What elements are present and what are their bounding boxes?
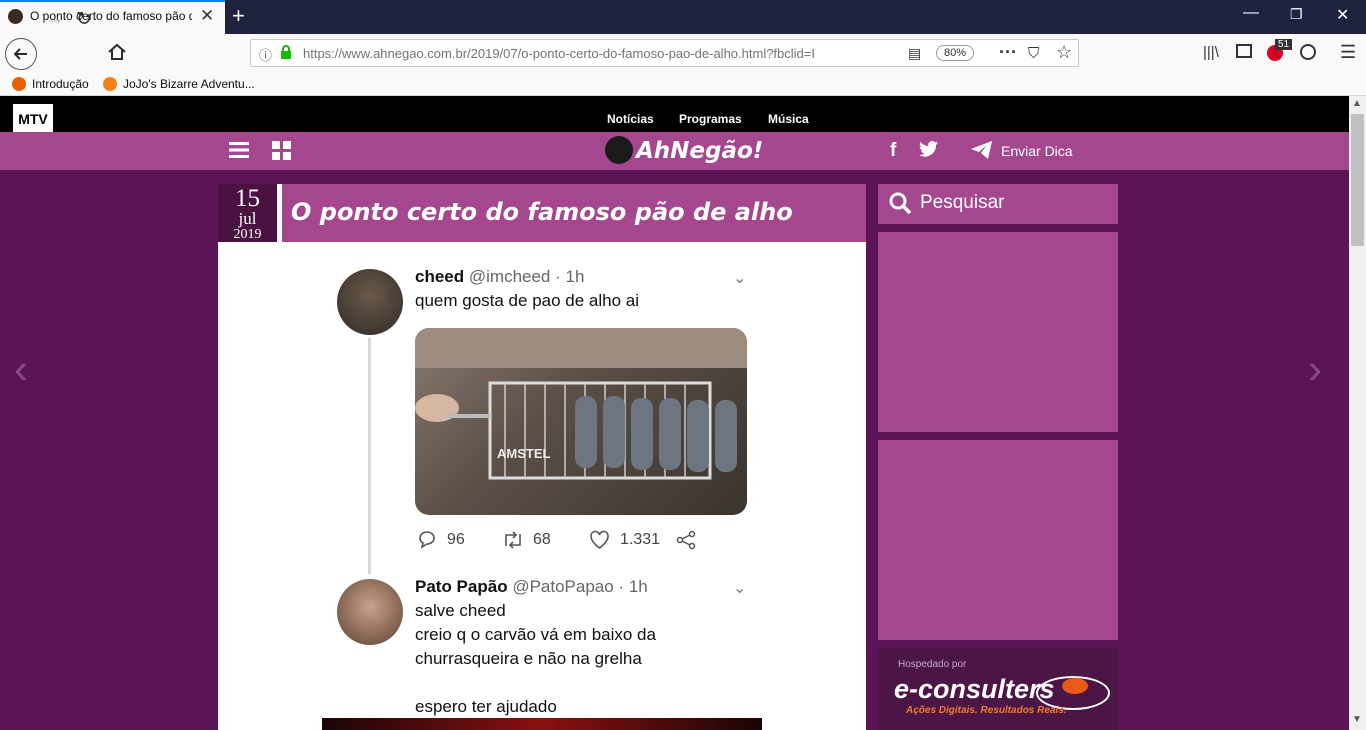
send-icon[interactable]: [971, 141, 992, 164]
retweet-icon[interactable]: [501, 530, 525, 555]
site-logo[interactable]: AhNegão!: [636, 138, 763, 164]
sponsor-name: e-consulters: [894, 674, 1055, 704]
firefox-icon: [12, 77, 26, 91]
next-image-preview: [322, 718, 762, 730]
tweet-text: espero ter ajudado: [415, 697, 557, 716]
tweet-text: churrasqueira e não na grelha: [415, 649, 642, 668]
home-icon[interactable]: [107, 43, 127, 67]
date-day: 15: [235, 185, 260, 212]
ad-slot[interactable]: [878, 440, 1118, 640]
reply-icon[interactable]: [417, 529, 437, 554]
url-text[interactable]: https://www.ahnegao.com.br/2019/07/o-pon…: [303, 46, 869, 61]
like-icon[interactable]: [589, 530, 610, 555]
mtv-top-bar: [0, 96, 1349, 132]
new-tab-button[interactable]: +: [232, 3, 245, 29]
hamburger-menu-icon[interactable]: [229, 141, 249, 164]
tweet-handle: @imcheed · 1h: [468, 267, 585, 286]
hosted-by-label: Hospedado por: [898, 659, 967, 670]
send-tip-link[interactable]: Enviar Dica: [1001, 143, 1073, 159]
facebook-icon[interactable]: f: [890, 140, 896, 162]
scroll-up-icon[interactable]: ▲: [1352, 98, 1362, 109]
date-box: 15 jul 2019: [218, 184, 277, 242]
grid-view-icon[interactable]: [272, 141, 291, 165]
bookmark-introducao[interactable]: Introdução: [32, 77, 89, 91]
retweet-count: 68: [533, 531, 551, 548]
zoom-level[interactable]: 80%: [936, 45, 974, 61]
close-tab-icon[interactable]: ✕: [200, 6, 214, 26]
previous-post-icon[interactable]: ‹: [14, 345, 28, 393]
chevron-down-icon[interactable]: ⌄: [733, 578, 746, 598]
nav-musica[interactable]: Música: [768, 112, 809, 126]
tweet-name: cheed: [415, 267, 465, 286]
date-year: 2019: [233, 227, 262, 242]
tweet-name: Pato Papão: [415, 577, 508, 596]
back-arrow-icon: [13, 48, 27, 60]
sponsor-logo-icon: [1062, 678, 1088, 694]
info-icon[interactable]: ⓘ: [259, 45, 272, 64]
avatar: [337, 579, 403, 645]
tweet-text: creio q o carvão vá em baixo da: [415, 625, 656, 644]
reload-icon[interactable]: ↻: [76, 8, 92, 31]
back-button[interactable]: [5, 38, 37, 70]
scrollbar-thumb[interactable]: [1351, 114, 1364, 246]
tweet-handle: @PatoPapao · 1h: [512, 577, 648, 596]
mtv-logo[interactable]: MTV: [13, 104, 53, 132]
nav-noticias[interactable]: Notícias: [607, 112, 654, 126]
lock-icon[interactable]: [280, 45, 292, 59]
title-divider: [277, 184, 282, 242]
amstel-text: AMSTEL: [497, 446, 551, 461]
grill-image: [415, 328, 747, 480]
logo-mascot-icon: [605, 136, 633, 164]
share-icon[interactable]: [676, 530, 696, 555]
tweet-photo: AMSTEL: [415, 328, 747, 515]
library-icon[interactable]: |||\: [1203, 44, 1219, 61]
reply-count: 96: [447, 531, 465, 548]
tweet-author: cheed @imcheed · 1h: [415, 267, 584, 287]
forward-icon[interactable]: →: [45, 8, 64, 30]
tweet-text: quem gosta de pao de alho ai: [415, 291, 640, 310]
twitter-icon[interactable]: [919, 141, 938, 162]
account-icon[interactable]: [1300, 44, 1316, 60]
menu-icon[interactable]: ☰: [1340, 42, 1356, 63]
ad-slot[interactable]: [878, 232, 1118, 432]
bookmark-star-icon[interactable]: ☆: [1056, 42, 1072, 63]
chevron-down-icon[interactable]: ⌄: [733, 268, 746, 288]
restore-icon[interactable]: ❐: [1290, 6, 1303, 23]
reader-view-icon[interactable]: ▤: [908, 45, 921, 62]
next-post-icon[interactable]: ›: [1308, 345, 1322, 393]
bookmark-jojo[interactable]: JoJo's Bizarre Adventu...: [123, 77, 255, 91]
tab-favicon-icon: [8, 9, 23, 24]
search-label[interactable]: Pesquisar: [920, 192, 1005, 214]
sponsor-tagline: Ações Digitais. Resultados Reais.: [906, 705, 1067, 716]
search-icon: [889, 192, 912, 220]
crunchyroll-icon: [103, 77, 117, 91]
thread-line: [368, 338, 371, 574]
notification-badge: 51: [1275, 39, 1293, 50]
avatar: [337, 269, 403, 335]
minimize-icon[interactable]: —: [1243, 4, 1259, 22]
date-month: jul: [238, 209, 257, 228]
sidebar-toggle-icon[interactable]: [1236, 44, 1252, 58]
tweet-text: salve cheed: [415, 601, 506, 620]
close-window-icon[interactable]: ✕: [1336, 5, 1349, 25]
tweet-author: Pato Papão @PatoPapao · 1h: [415, 577, 648, 597]
page-actions-icon[interactable]: ···: [999, 42, 1017, 63]
scroll-down-icon[interactable]: ▼: [1352, 714, 1362, 725]
pocket-icon[interactable]: ⛉: [1028, 45, 1039, 62]
like-count: 1.331: [620, 531, 661, 548]
article-title[interactable]: O ponto certo do famoso pão de alho: [291, 198, 793, 226]
nav-programas[interactable]: Programas: [679, 112, 742, 126]
